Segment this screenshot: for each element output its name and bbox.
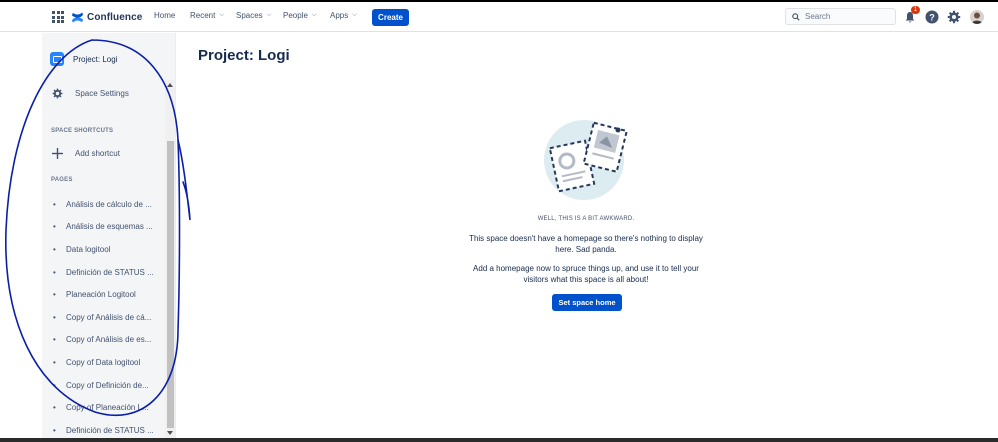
svg-text:?: ?: [929, 13, 935, 23]
empty-state-hint: Add a homepage now to spruce things up, …: [473, 264, 699, 284]
add-shortcut-label: Add shortcut: [75, 149, 120, 158]
page-title-link: Copy of Planeación L...: [66, 403, 149, 413]
app-switcher-icon[interactable]: [52, 11, 64, 23]
page-title-link: Data logitool: [66, 244, 111, 254]
pages-heading: PAGES: [51, 177, 73, 183]
bullet-icon: •: [53, 312, 56, 322]
bullet-icon: •: [53, 222, 56, 232]
space-avatar-icon: [50, 52, 64, 66]
chevron-down-icon: ⌵: [266, 12, 272, 18]
page-title-link: Copy of Análisis de es...: [66, 335, 152, 345]
nav-home-label: Home: [154, 11, 176, 20]
confluence-logo-icon: [71, 11, 84, 23]
window-bottom-border: [0, 438, 998, 442]
page-tree-item[interactable]: • Planeación Logitool: [53, 283, 154, 306]
scroll-up-arrow-icon[interactable]: [167, 83, 173, 87]
chevron-down-icon: ⌵: [219, 12, 224, 18]
space-shortcuts-heading: SPACE SHORTCUTS: [51, 128, 114, 134]
settings-icon[interactable]: [947, 10, 961, 24]
user-avatar-icon: [970, 10, 984, 24]
bullet-icon: •: [53, 403, 56, 413]
space-sidebar: Project: Logi Space Settings SPACE SHORT…: [42, 33, 176, 442]
create-button[interactable]: Create: [372, 9, 409, 26]
page-title-link: Definición de STATUS ...: [66, 425, 154, 435]
empty-state-heading: WELL, THIS IS A BIT AWKWARD.: [537, 216, 635, 222]
sidebar-scrollbar-thumb[interactable]: [167, 141, 174, 428]
search-icon: [792, 12, 800, 21]
add-shortcut-link[interactable]: Add shortcut: [52, 148, 120, 159]
nav-home[interactable]: Home: [154, 11, 175, 20]
chevron-down-icon: ⌵: [352, 12, 357, 18]
space-header[interactable]: Project: Logi: [50, 52, 117, 66]
nav-spaces-label: Spaces: [236, 11, 263, 20]
nav-apps[interactable]: Apps ⌵: [330, 11, 357, 20]
set-space-home-button[interactable]: Set space home: [552, 294, 622, 311]
page-tree-item[interactable]: • Copy of Data logitool: [53, 351, 154, 374]
gear-icon: [52, 88, 63, 99]
page-title-link: Análisis de esquemas ...: [66, 222, 153, 232]
page-tree-item[interactable]: • Copy of Análisis de es...: [53, 329, 154, 352]
page-title: Project: Logi: [198, 47, 290, 64]
page-title-link: Planeación Logitool: [66, 290, 136, 300]
page-tree: • Análisis de cálculo de ... • Análisis de…: [53, 193, 154, 442]
empty-state-message: This space doesn't have a homepage so th…: [469, 234, 703, 254]
space-name: Project: Logi: [73, 54, 118, 64]
bullet-icon: •: [53, 244, 56, 254]
product-name: Confluence: [87, 11, 143, 23]
confluence-logo[interactable]: Confluence: [71, 9, 142, 25]
page-tree-item[interactable]: • Análisis de cálculo de ...: [53, 193, 154, 216]
page-tree-item[interactable]: • Análisis de esquemas ...: [53, 216, 154, 239]
page-title-link: Copy of Análisis de cá...: [66, 312, 152, 322]
page-tree-item[interactable]: • Copy of Análisis de cá...: [53, 306, 154, 329]
bullet-icon: •: [53, 267, 56, 277]
bullet-icon: •: [53, 380, 56, 390]
plus-icon: [52, 148, 63, 159]
search-input[interactable]: [805, 12, 885, 21]
page-title-link: Copy of Definición de...: [66, 380, 149, 390]
nav-recent-label: Recent: [190, 11, 216, 20]
nav-apps-label: Apps: [330, 11, 349, 20]
notification-count-badge: 1: [911, 6, 920, 14]
page-title-link: Definición de STATUS ...: [66, 267, 154, 277]
nav-recent[interactable]: Recent ⌵: [190, 11, 224, 20]
bullet-icon: •: [53, 425, 56, 435]
page-tree-item[interactable]: • Data logitool: [53, 238, 154, 261]
help-icon[interactable]: ?: [925, 10, 939, 24]
scroll-down-arrow-icon[interactable]: [167, 431, 173, 435]
space-settings-label: Space Settings: [75, 89, 129, 98]
search-box[interactable]: [785, 8, 896, 25]
nav-people[interactable]: People ⌵: [283, 11, 316, 20]
top-navigation: Confluence Home Recent ⌵ Spaces ⌵ People…: [0, 2, 998, 32]
nav-spaces[interactable]: Spaces ⌵: [236, 11, 271, 20]
chevron-down-icon: ⌵: [311, 12, 317, 18]
page-title-link: Copy of Data logitool: [66, 357, 141, 367]
space-settings-link[interactable]: Space Settings: [52, 88, 129, 99]
page-tree-item[interactable]: • Copy of Planeación L...: [53, 396, 154, 419]
bullet-icon: •: [53, 335, 56, 345]
bullet-icon: •: [53, 357, 56, 367]
nav-people-label: People: [283, 11, 308, 20]
page-title-link: Análisis de cálculo de ...: [66, 199, 152, 209]
bullet-icon: •: [53, 290, 56, 300]
avatar[interactable]: [970, 10, 984, 24]
empty-state-illustration: [544, 120, 628, 200]
bullet-icon: •: [53, 199, 56, 209]
page-tree-item[interactable]: • Copy of Definición de...: [53, 374, 154, 397]
page-tree-item[interactable]: • Definición de STATUS ...: [53, 261, 154, 284]
